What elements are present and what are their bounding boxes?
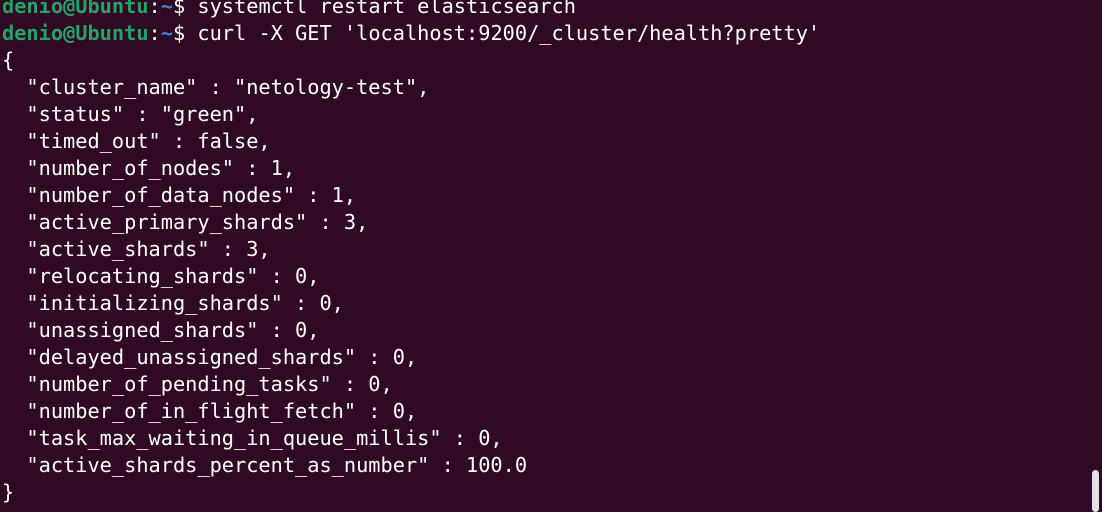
output-line: "number_of_in_flight_fetch" : 0, — [2, 399, 418, 423]
prompt-cwd: ~ — [160, 0, 173, 18]
prompt-symbol: $ — [172, 21, 198, 45]
output-line: "cluster_name" : "netology-test", — [2, 75, 430, 99]
output-line: "number_of_data_nodes" : 1, — [2, 183, 357, 207]
output-line: } — [2, 480, 15, 504]
prompt-user-host: denio@Ubuntu — [2, 21, 149, 45]
output-line: "relocating_shards" : 0, — [2, 264, 320, 288]
scrollbar-thumb[interactable] — [1092, 470, 1099, 512]
output-line: "number_of_nodes" : 1, — [2, 156, 296, 180]
output-line: "timed_out" : false, — [2, 129, 271, 153]
prompt-separator: : — [148, 0, 161, 18]
output-line: "unassigned_shards" : 0, — [2, 318, 320, 342]
command-text: curl -X GET 'localhost:9200/_cluster/hea… — [197, 21, 821, 45]
terminal-window[interactable]: denio@Ubuntu:~$ systemctl restart elasti… — [0, 0, 1102, 512]
prompt-line: denio@Ubuntu:~$ curl -X GET 'localhost:9… — [2, 20, 820, 47]
prompt-cwd: ~ — [160, 21, 173, 45]
prompt-user-host: denio@Ubuntu — [2, 0, 149, 18]
output-line: "task_max_waiting_in_queue_millis" : 0, — [2, 426, 503, 450]
output-line: "delayed_unassigned_shards" : 0, — [2, 345, 418, 369]
command-text: systemctl restart elasticsearch — [197, 0, 576, 18]
output-line: "active_shards_percent_as_number" : 100.… — [2, 453, 528, 477]
vertical-scrollbar[interactable] — [1088, 0, 1102, 512]
prompt-symbol: $ — [172, 0, 198, 18]
output-line: "active_shards" : 3, — [2, 237, 271, 261]
prompt-line: denio@Ubuntu:~$ systemctl restart elasti… — [2, 0, 820, 20]
output-line: "status" : "green", — [2, 102, 259, 126]
output-line: "initializing_shards" : 0, — [2, 291, 344, 315]
output-line: "active_primary_shards" : 3, — [2, 210, 369, 234]
terminal-output-area: denio@Ubuntu:~$ systemctl restart elasti… — [2, 0, 820, 506]
output-line: { — [2, 48, 15, 72]
prompt-separator: : — [148, 21, 161, 45]
output-line: "number_of_pending_tasks" : 0, — [2, 372, 393, 396]
